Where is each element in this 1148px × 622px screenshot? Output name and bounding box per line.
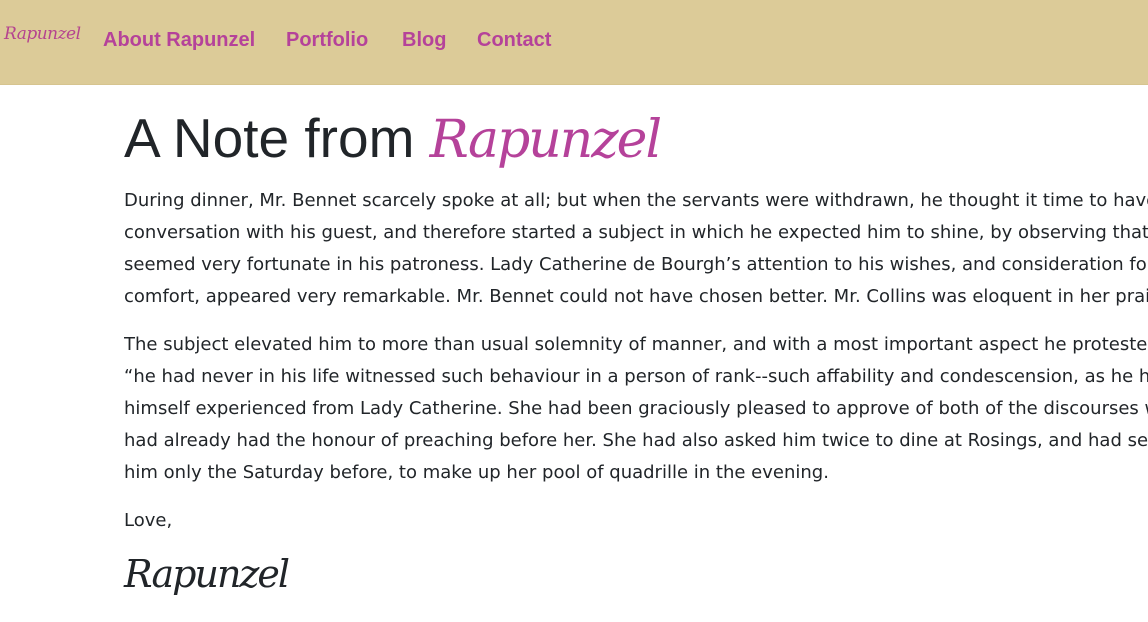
text-line: him only the Saturday before, to make up… — [124, 462, 829, 483]
nav-link-contact[interactable]: Contact — [477, 29, 551, 52]
text-line: conversation with his guest, and therefo… — [124, 222, 1148, 243]
page-title: A Note from Rapunzel — [124, 106, 662, 170]
navbar: Rapunzel About Rapunzel Portfolio Blog C… — [0, 0, 1148, 85]
nav-link-blog[interactable]: Blog — [402, 29, 446, 52]
text-line: During dinner, Mr. Bennet scarcely spoke… — [124, 190, 1148, 211]
text-line: had already had the honour of preaching … — [124, 430, 1148, 451]
title-prefix: A Note from — [124, 107, 415, 169]
paragraph-2: The subject elevated him to more than us… — [124, 329, 1148, 489]
paragraph-1: During dinner, Mr. Bennet scarcely spoke… — [124, 185, 1148, 313]
signature: Rapunzel — [124, 552, 290, 596]
brand-logo[interactable]: Rapunzel — [4, 24, 81, 44]
nav-link-about[interactable]: About Rapunzel — [103, 29, 255, 52]
nav-link-portfolio[interactable]: Portfolio — [286, 29, 368, 52]
text-line: “he had never in his life witnessed such… — [124, 366, 1148, 387]
text-line: comfort, appeared very remarkable. Mr. B… — [124, 286, 1148, 307]
closing-text: Love, — [124, 510, 173, 531]
text-line: The subject elevated him to more than us… — [124, 334, 1148, 355]
title-script: Rapunzel — [429, 110, 662, 170]
text-line: himself experienced from Lady Catherine.… — [124, 398, 1148, 419]
text-line: seemed very fortunate in his patroness. … — [124, 254, 1148, 275]
